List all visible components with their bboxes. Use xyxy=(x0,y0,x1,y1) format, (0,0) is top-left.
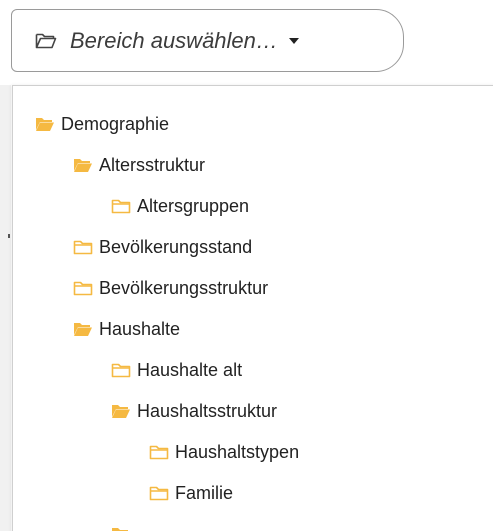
tree-item[interactable]: Haushalte xyxy=(73,315,180,343)
page: Bereich auswählen… Demographie Altersstru… xyxy=(0,0,493,531)
dropdown-placeholder: Bereich auswählen… xyxy=(70,27,278,53)
tree-item-label: Haushaltsstruktur xyxy=(137,400,278,421)
tree-item-label: Altersgruppen xyxy=(137,195,250,216)
tree-item[interactable]: Demographie xyxy=(35,110,169,138)
tree-item-label: Haushaltstypen xyxy=(175,441,300,462)
tree-item[interactable]: Haushaltstypen xyxy=(149,438,299,466)
folder-closed-icon xyxy=(111,198,131,214)
folder-open-icon xyxy=(35,116,55,132)
tree-item-label: Haushalte alt xyxy=(137,359,243,380)
tree-item-label: Haushalte xyxy=(99,318,181,339)
folder-closed-icon xyxy=(73,239,93,255)
tree-item-label: Bevölkerungsstruktur xyxy=(99,277,269,298)
tree-item[interactable]: Familie xyxy=(149,479,233,507)
folder-open-icon xyxy=(111,526,131,531)
folder-closed-icon xyxy=(149,485,169,501)
tree-item[interactable]: Haushaltsstruktur xyxy=(111,397,277,425)
tree-item-label: Demographie xyxy=(61,113,170,134)
folder-open-icon xyxy=(73,157,93,173)
tree-dropdown-panel: Demographie Altersstruktur Altersgruppen Be… xyxy=(12,85,493,531)
edge-marker xyxy=(8,234,10,238)
tree-item-label: Familie xyxy=(175,482,234,503)
tree-item-label: Altersstruktur xyxy=(99,154,206,175)
tree-item[interactable]: Altersstruktur xyxy=(73,151,205,179)
folder-outline-icon xyxy=(35,32,57,50)
folder-open-icon xyxy=(73,321,93,337)
tree-item-label: Bevölkerungsstand xyxy=(99,236,253,257)
left-edge-strip xyxy=(0,85,11,531)
tree-item[interactable]: Haushalte alt xyxy=(111,356,242,384)
tree-item[interactable]: Bevölkerungsstand xyxy=(73,233,252,261)
area-select-dropdown[interactable]: Bereich auswählen… xyxy=(11,9,404,72)
folder-open-icon xyxy=(111,403,131,419)
folder-closed-icon xyxy=(111,362,131,378)
tree-item[interactable]: Altersgruppen xyxy=(111,192,249,220)
folder-closed-icon xyxy=(149,444,169,460)
caret-down-icon xyxy=(288,37,299,44)
tree-item[interactable]: Bevölkerungsstruktur xyxy=(73,274,268,302)
folder-closed-icon xyxy=(73,280,93,296)
